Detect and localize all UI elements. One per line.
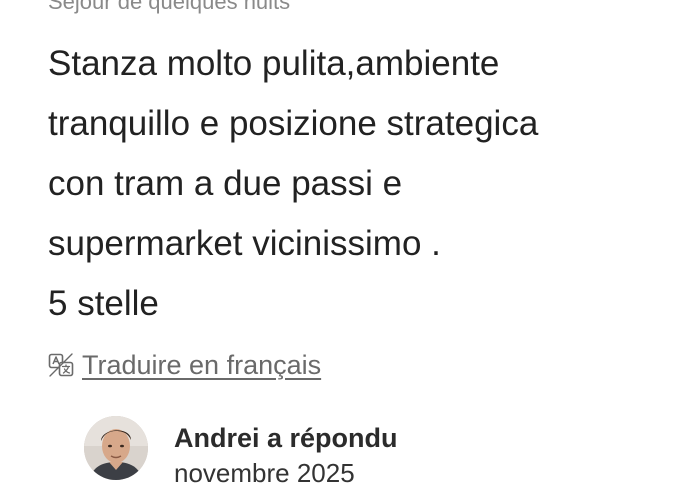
reply-author: Andrei a répondu (174, 423, 398, 453)
host-reply: Andrei a répondu novembre 2025 (84, 416, 398, 490)
stay-type-label: Séjour de quelques nuits (48, 0, 291, 14)
review-text-line: supermarket vicinissimo . (48, 224, 441, 263)
translate-button[interactable]: Traduire en français (48, 347, 321, 383)
review-text: Stanza molto pulita,ambiente tranquillo … (48, 34, 688, 334)
translate-link[interactable]: Traduire en français (82, 350, 321, 381)
host-reply-meta: Andrei a répondu novembre 2025 (174, 420, 398, 490)
reply-date: novembre 2025 (174, 458, 355, 488)
host-avatar[interactable] (84, 416, 148, 480)
review-text-line: Stanza molto pulita,ambiente (48, 44, 500, 83)
review-text-line: tranquillo e posizione strategica (48, 104, 539, 143)
review-text-line: con tram a due passi e (48, 164, 403, 203)
translate-icon (48, 352, 74, 378)
review-rating-text: 5 stelle (48, 284, 159, 323)
